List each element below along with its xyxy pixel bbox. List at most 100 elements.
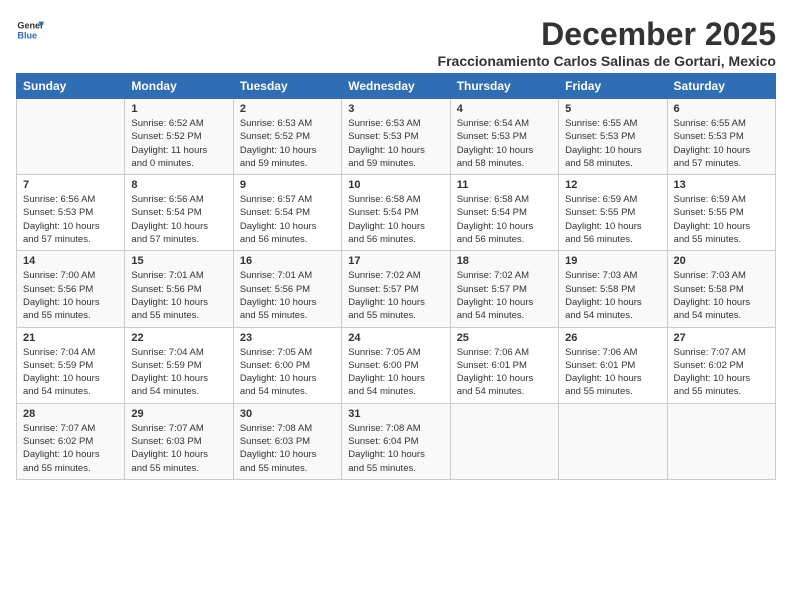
day-number: 10: [348, 179, 443, 191]
day-info: Sunrise: 6:55 AM Sunset: 5:53 PM Dayligh…: [565, 117, 660, 170]
day-number: 28: [23, 408, 118, 420]
calendar-table: SundayMondayTuesdayWednesdayThursdayFrid…: [16, 73, 776, 480]
location-title: Fraccionamiento Carlos Salinas de Gortar…: [438, 53, 776, 69]
day-info: Sunrise: 6:59 AM Sunset: 5:55 PM Dayligh…: [674, 193, 769, 246]
calendar-cell: 7 Sunrise: 6:56 AM Sunset: 5:53 PM Daylig…: [17, 175, 125, 251]
header-wednesday: Wednesday: [342, 74, 450, 99]
calendar-cell: 16Sunrise: 7:01 AM Sunset: 5:56 PM Dayli…: [233, 251, 341, 327]
day-info: Sunrise: 7:03 AM Sunset: 5:58 PM Dayligh…: [674, 269, 769, 322]
calendar-cell: 28 Sunrise: 7:07 AM Sunset: 6:02 PM Dayli…: [17, 403, 125, 479]
day-number: 13: [674, 179, 769, 191]
day-info: Sunrise: 7:05 AM Sunset: 6:00 PM Dayligh…: [240, 346, 335, 399]
day-number: 15: [131, 255, 226, 267]
day-info: Sunrise: 7:06 AM Sunset: 6:01 PM Dayligh…: [565, 346, 660, 399]
week-row-4: 28 Sunrise: 7:07 AM Sunset: 6:02 PM Dayli…: [17, 403, 776, 479]
day-number: 8: [131, 179, 226, 191]
day-number: 7: [23, 179, 118, 191]
calendar-cell: 29 Sunrise: 7:07 AM Sunset: 6:03 PM Dayli…: [125, 403, 233, 479]
calendar-cell: 23 Sunrise: 7:05 AM Sunset: 6:00 PM Dayli…: [233, 327, 341, 403]
day-number: 23: [240, 332, 335, 344]
calendar-cell: 8 Sunrise: 6:56 AM Sunset: 5:54 PM Daylig…: [125, 175, 233, 251]
day-number: 1: [131, 103, 226, 115]
calendar-cell: 26 Sunrise: 7:06 AM Sunset: 6:01 PM Dayli…: [559, 327, 667, 403]
day-info: Sunrise: 7:03 AM Sunset: 5:58 PM Dayligh…: [565, 269, 660, 322]
day-number: 2: [240, 103, 335, 115]
day-info: Sunrise: 7:07 AM Sunset: 6:02 PM Dayligh…: [23, 422, 118, 475]
day-number: 26: [565, 332, 660, 344]
day-number: 30: [240, 408, 335, 420]
day-number: 24: [348, 332, 443, 344]
calendar-cell: 20Sunrise: 7:03 AM Sunset: 5:58 PM Dayli…: [667, 251, 775, 327]
calendar-cell: [17, 99, 125, 175]
day-info: Sunrise: 6:58 AM Sunset: 5:54 PM Dayligh…: [348, 193, 443, 246]
day-info: Sunrise: 6:56 AM Sunset: 5:54 PM Dayligh…: [131, 193, 226, 246]
calendar-cell: [450, 403, 558, 479]
calendar-cell: 4Sunrise: 6:54 AM Sunset: 5:53 PM Daylig…: [450, 99, 558, 175]
day-info: Sunrise: 6:58 AM Sunset: 5:54 PM Dayligh…: [457, 193, 552, 246]
header-sunday: Sunday: [17, 74, 125, 99]
calendar-cell: 22Sunrise: 7:04 AM Sunset: 5:59 PM Dayli…: [125, 327, 233, 403]
calendar-cell: 15 Sunrise: 7:01 AM Sunset: 5:56 PM Dayli…: [125, 251, 233, 327]
day-info: Sunrise: 6:56 AM Sunset: 5:53 PM Dayligh…: [23, 193, 118, 246]
month-title: December 2025: [438, 16, 776, 53]
calendar-cell: 27Sunrise: 7:07 AM Sunset: 6:02 PM Dayli…: [667, 327, 775, 403]
calendar-cell: 25 Sunrise: 7:06 AM Sunset: 6:01 PM Dayli…: [450, 327, 558, 403]
logo-icon: General Blue: [16, 16, 44, 44]
day-number: 12: [565, 179, 660, 191]
header-tuesday: Tuesday: [233, 74, 341, 99]
week-row-1: 7 Sunrise: 6:56 AM Sunset: 5:53 PM Daylig…: [17, 175, 776, 251]
day-number: 21: [23, 332, 118, 344]
day-info: Sunrise: 7:08 AM Sunset: 6:03 PM Dayligh…: [240, 422, 335, 475]
day-number: 3: [348, 103, 443, 115]
calendar-cell: 12 Sunrise: 6:59 AM Sunset: 5:55 PM Dayli…: [559, 175, 667, 251]
header-row: SundayMondayTuesdayWednesdayThursdayFrid…: [17, 74, 776, 99]
title-block: December 2025 Fraccionamiento Carlos Sal…: [438, 16, 776, 69]
calendar-cell: 13 Sunrise: 6:59 AM Sunset: 5:55 PM Dayli…: [667, 175, 775, 251]
calendar-cell: 31 Sunrise: 7:08 AM Sunset: 6:04 PM Dayli…: [342, 403, 450, 479]
header-friday: Friday: [559, 74, 667, 99]
day-info: Sunrise: 7:00 AM Sunset: 5:56 PM Dayligh…: [23, 269, 118, 322]
calendar-cell: 14 Sunrise: 7:00 AM Sunset: 5:56 PM Dayli…: [17, 251, 125, 327]
calendar-cell: 17Sunrise: 7:02 AM Sunset: 5:57 PM Dayli…: [342, 251, 450, 327]
day-info: Sunrise: 7:07 AM Sunset: 6:02 PM Dayligh…: [674, 346, 769, 399]
day-info: Sunrise: 7:04 AM Sunset: 5:59 PM Dayligh…: [23, 346, 118, 399]
day-number: 25: [457, 332, 552, 344]
calendar-cell: 18 Sunrise: 7:02 AM Sunset: 5:57 PM Dayli…: [450, 251, 558, 327]
calendar-cell: 19Sunrise: 7:03 AM Sunset: 5:58 PM Dayli…: [559, 251, 667, 327]
calendar-cell: [559, 403, 667, 479]
day-info: Sunrise: 7:07 AM Sunset: 6:03 PM Dayligh…: [131, 422, 226, 475]
day-info: Sunrise: 7:08 AM Sunset: 6:04 PM Dayligh…: [348, 422, 443, 475]
calendar-cell: 30 Sunrise: 7:08 AM Sunset: 6:03 PM Dayli…: [233, 403, 341, 479]
day-number: 16: [240, 255, 335, 267]
calendar-cell: 2Sunrise: 6:53 AM Sunset: 5:52 PM Daylig…: [233, 99, 341, 175]
calendar-cell: 3 Sunrise: 6:53 AM Sunset: 5:53 PM Daylig…: [342, 99, 450, 175]
header-saturday: Saturday: [667, 74, 775, 99]
day-info: Sunrise: 7:02 AM Sunset: 5:57 PM Dayligh…: [348, 269, 443, 322]
day-info: Sunrise: 7:06 AM Sunset: 6:01 PM Dayligh…: [457, 346, 552, 399]
day-info: Sunrise: 7:01 AM Sunset: 5:56 PM Dayligh…: [131, 269, 226, 322]
day-info: Sunrise: 7:04 AM Sunset: 5:59 PM Dayligh…: [131, 346, 226, 399]
header-monday: Monday: [125, 74, 233, 99]
day-number: 18: [457, 255, 552, 267]
day-info: Sunrise: 7:02 AM Sunset: 5:57 PM Dayligh…: [457, 269, 552, 322]
day-info: Sunrise: 6:59 AM Sunset: 5:55 PM Dayligh…: [565, 193, 660, 246]
page-header: General Blue December 2025 Fraccionamien…: [16, 16, 776, 69]
calendar-cell: 5 Sunrise: 6:55 AM Sunset: 5:53 PM Daylig…: [559, 99, 667, 175]
day-number: 5: [565, 103, 660, 115]
calendar-cell: [667, 403, 775, 479]
day-number: 14: [23, 255, 118, 267]
calendar-cell: 11 Sunrise: 6:58 AM Sunset: 5:54 PM Dayli…: [450, 175, 558, 251]
week-row-0: 1Sunrise: 6:52 AM Sunset: 5:52 PM Daylig…: [17, 99, 776, 175]
day-number: 11: [457, 179, 552, 191]
day-info: Sunrise: 6:54 AM Sunset: 5:53 PM Dayligh…: [457, 117, 552, 170]
calendar-cell: 24 Sunrise: 7:05 AM Sunset: 6:00 PM Dayli…: [342, 327, 450, 403]
calendar-cell: 6Sunrise: 6:55 AM Sunset: 5:53 PM Daylig…: [667, 99, 775, 175]
calendar-cell: 21 Sunrise: 7:04 AM Sunset: 5:59 PM Dayli…: [17, 327, 125, 403]
day-number: 29: [131, 408, 226, 420]
day-number: 31: [348, 408, 443, 420]
day-info: Sunrise: 7:05 AM Sunset: 6:00 PM Dayligh…: [348, 346, 443, 399]
day-info: Sunrise: 6:53 AM Sunset: 5:53 PM Dayligh…: [348, 117, 443, 170]
day-number: 9: [240, 179, 335, 191]
calendar-cell: 10 Sunrise: 6:58 AM Sunset: 5:54 PM Dayli…: [342, 175, 450, 251]
logo: General Blue: [16, 16, 44, 44]
